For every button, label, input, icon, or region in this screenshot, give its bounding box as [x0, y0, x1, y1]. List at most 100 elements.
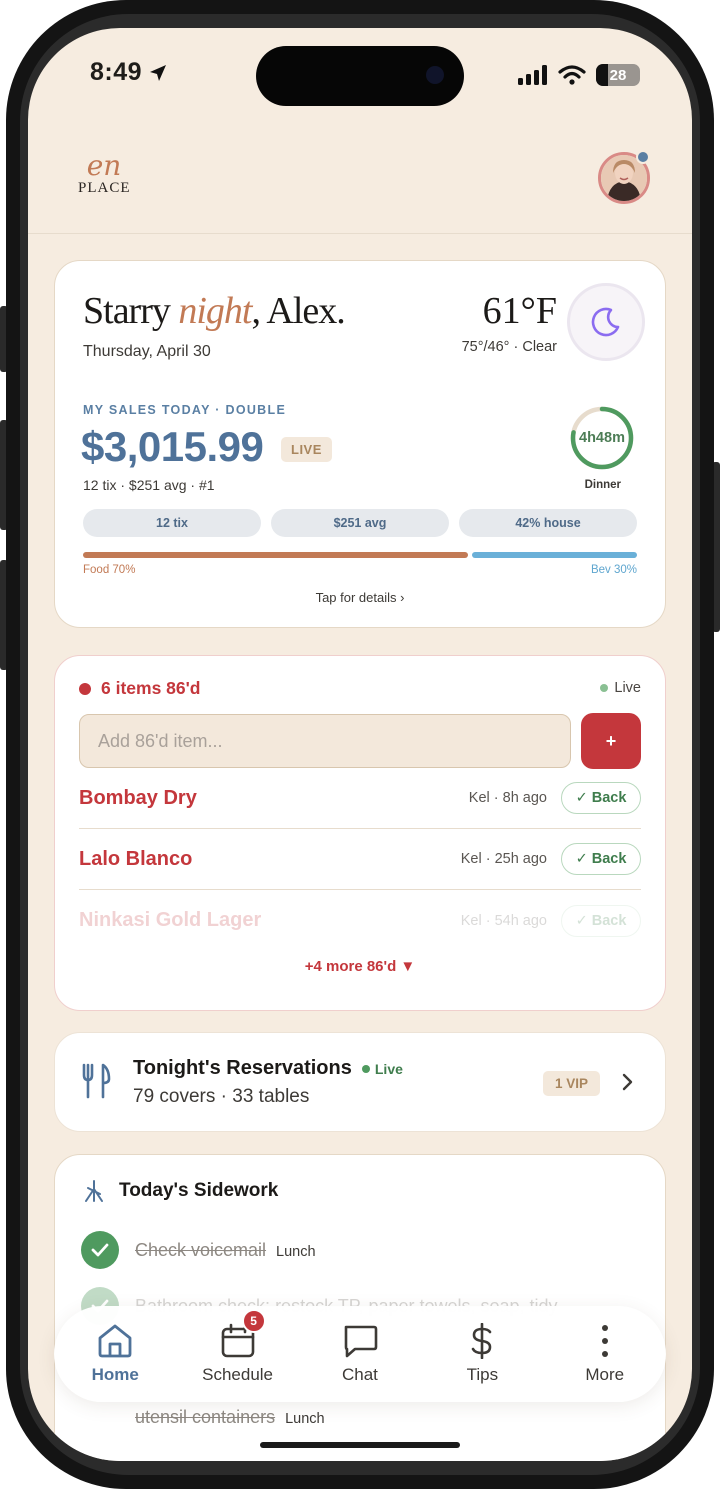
wifi-icon: [558, 65, 586, 85]
item-name: Bombay Dry: [79, 786, 197, 809]
shift-timer: 4h48m: [579, 430, 625, 446]
temperature: 61°F: [482, 290, 557, 332]
bev-share-bar: [472, 552, 637, 558]
eighty-six-header: 6 items 86'd: [79, 678, 201, 699]
food-share-bar: [83, 552, 468, 558]
add-86-item-input[interactable]: [79, 714, 571, 768]
logo-top-text: en: [86, 149, 122, 182]
tab-schedule[interactable]: 5 Schedule: [188, 1309, 288, 1385]
weather-badge: [567, 283, 645, 361]
live-label: Live: [614, 680, 641, 696]
list-item: Lalo Blanco Kel · 25h ago ✓ Back: [79, 829, 641, 890]
vip-badge: 1 VIP: [543, 1071, 601, 1096]
chat-icon: [344, 1325, 378, 1358]
eighty-six-live-indicator: Live: [600, 680, 641, 696]
shift-timer-ring: 4h48m: [569, 405, 635, 471]
camera-icon: [426, 66, 444, 84]
stat-pill-house: 42% house: [459, 509, 637, 537]
task-text: Check voicemail: [135, 1239, 267, 1260]
checkmark-icon[interactable]: [81, 1231, 119, 1269]
home-icon: [98, 1324, 132, 1358]
sales-label: MY SALES TODAY · DOUBLE: [83, 403, 287, 417]
greeting: Starry night, Alex.: [83, 289, 346, 333]
eighty-six-list: Bombay Dry Kel · 8h ago ✓ Back Lalo Blan…: [79, 768, 641, 951]
notification-dot: [636, 150, 650, 164]
dollar-icon: [472, 1323, 492, 1359]
item-meta: Kel · 8h ago: [468, 790, 547, 806]
fork-knife-icon: [82, 1063, 111, 1099]
home-indicator: [260, 1442, 460, 1448]
eighty-six-title: 6 items 86'd: [101, 678, 201, 698]
item-name: Lalo Blanco: [79, 847, 193, 870]
phone-frame: 8:49 28 en PLACE Starry night, Alex. Thu…: [0, 0, 720, 1489]
mark-back-button[interactable]: ✓ Back: [561, 782, 641, 814]
eighty-six-card: 6 items 86'd Live + Bombay Dry Kel · 8h …: [54, 655, 666, 1011]
shift-name: Dinner: [584, 479, 621, 491]
moon-icon: [591, 307, 620, 337]
tab-label: Home: [91, 1365, 139, 1384]
tab-label: Chat: [342, 1365, 378, 1384]
battery-level: 28: [609, 66, 627, 84]
reservations-card[interactable]: Tonight's Reservations Live 79 covers · …: [54, 1032, 666, 1132]
show-more-86-button[interactable]: +4 more 86'd ▼: [55, 958, 665, 975]
greeting-prefix: Starry: [83, 290, 179, 332]
more-icon: [601, 1325, 608, 1357]
sidework-task-continuation: utensil containers Lunch: [135, 1407, 325, 1428]
logo-bottom-text: PLACE: [78, 180, 131, 196]
battery-icon: 28: [596, 64, 640, 86]
weather-detail: 75°/46° · Clear: [461, 339, 557, 355]
list-item: Ninkasi Gold Lager Kel · 54h ago ✓ Back: [79, 890, 641, 951]
reservations-summary: 79 covers · 33 tables: [133, 1086, 310, 1107]
live-dot-icon: [361, 1064, 370, 1073]
live-dot-icon: [600, 684, 609, 692]
app-screen: 8:49 28 en PLACE Starry night, Alex. Thu…: [28, 28, 692, 1461]
tab-label: Schedule: [202, 1365, 274, 1384]
food-share-label: Food 70%: [83, 564, 136, 576]
reservations-title: Tonight's Reservations: [133, 1057, 352, 1079]
mark-back-button[interactable]: ✓ Back: [561, 904, 641, 937]
sales-summary-card[interactable]: Starry night, Alex. Thursday, April 30 6…: [54, 260, 666, 628]
bev-share-label: Bev 30%: [590, 564, 637, 576]
item-meta: Kel · 54h ago: [460, 912, 547, 929]
task-text: utensil containers: [135, 1407, 276, 1427]
food-bev-mix-bar: [83, 552, 637, 558]
tab-more[interactable]: More: [555, 1323, 655, 1385]
tab-home[interactable]: Home: [65, 1323, 165, 1385]
sales-subtext: 12 tix · $251 avg · #1: [83, 477, 215, 493]
mark-back-button[interactable]: ✓ Back: [561, 843, 641, 875]
add-86-item-button[interactable]: +: [581, 713, 641, 769]
task-shift-tag: Lunch: [276, 1243, 316, 1260]
greeting-accent: night: [178, 290, 252, 332]
app-logo[interactable]: en PLACE: [78, 149, 131, 197]
greeting-suffix: , Alex.: [251, 290, 346, 332]
sidework-task[interactable]: Check voicemail Lunch: [81, 1231, 316, 1269]
current-date: Thursday, April 30: [83, 343, 211, 360]
item-meta: Kel · 25h ago: [460, 851, 547, 867]
sidework-header: Today's Sidework: [83, 1179, 278, 1203]
reservations-header: Tonight's Reservations Live: [133, 1057, 403, 1080]
app-header: en PLACE: [28, 138, 692, 234]
tab-tips[interactable]: Tips: [432, 1323, 532, 1385]
live-label: Live: [374, 1060, 403, 1077]
list-item: Bombay Dry Kel · 8h ago ✓ Back: [79, 768, 641, 829]
bottom-tab-bar: Home 5 Schedule Chat Tips More: [54, 1306, 666, 1402]
tab-label: More: [585, 1365, 625, 1384]
location-arrow-icon: [150, 64, 167, 81]
schedule-badge: 5: [241, 1309, 266, 1333]
live-badge: LIVE: [281, 437, 332, 462]
status-icons: 28: [518, 64, 640, 86]
stat-pills: 12 tix $251 avg 42% house: [83, 509, 637, 537]
tab-label: Tips: [466, 1365, 499, 1384]
item-name: Ninkasi Gold Lager: [79, 909, 262, 931]
reservations-live-indicator: Live: [361, 1060, 403, 1077]
tap-for-details-link[interactable]: Tap for details ›: [55, 590, 665, 605]
signal-icon: [518, 65, 547, 85]
status-time: 8:49: [90, 58, 168, 87]
stat-pill-average: $251 avg: [271, 509, 449, 537]
clock: 8:49: [90, 58, 143, 86]
sales-amount: $3,015.99: [81, 423, 264, 470]
stat-pill-tickets: 12 tix: [83, 509, 261, 537]
tab-chat[interactable]: Chat: [310, 1323, 410, 1385]
sidework-title: Today's Sidework: [119, 1180, 279, 1201]
dynamic-island: [256, 46, 464, 106]
